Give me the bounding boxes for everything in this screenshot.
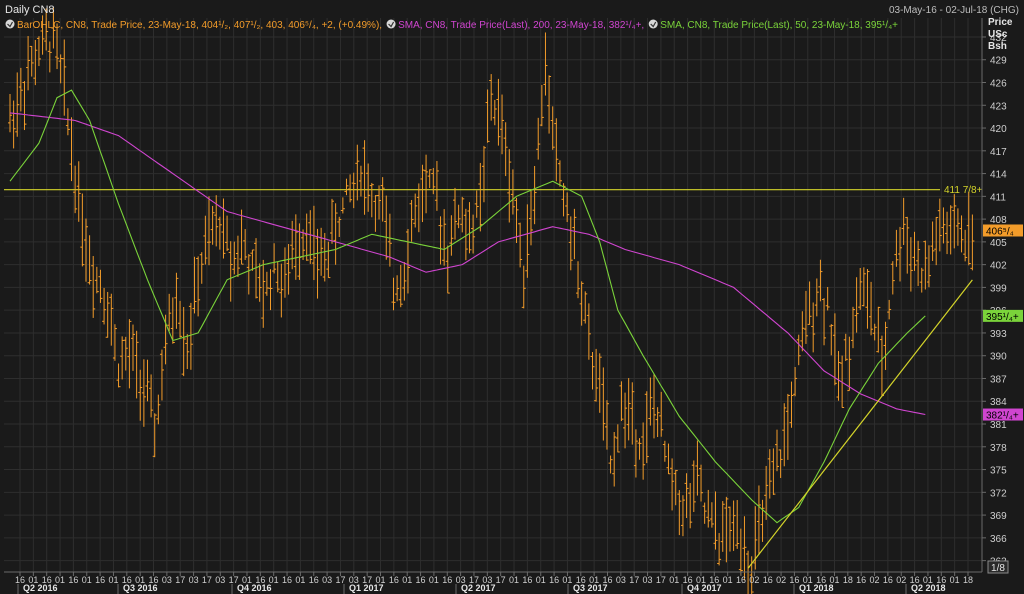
date-tick-label: 02 — [776, 575, 786, 585]
date-tick-label: 02 — [896, 575, 906, 585]
price-tick-label: 423 — [990, 101, 1007, 112]
date-tick-label: 16 — [389, 575, 399, 585]
last-price-tag-label: 395¹/₄+ — [986, 312, 1019, 323]
price-tick-label: 426 — [990, 79, 1007, 90]
price-tick-label: 366 — [990, 534, 1007, 545]
price-tick-label: 399 — [990, 283, 1007, 294]
date-tick-label: 16 — [789, 575, 799, 585]
date-tick-label: 16 — [856, 575, 866, 585]
legend[interactable]: BarOHLC, CN8, Trade Price, 23-May-18, 40… — [5, 19, 899, 32]
period-label: Q4 2016 — [237, 583, 272, 593]
date-tick-label: 16 — [522, 575, 532, 585]
date-tick-label: 03 — [322, 575, 332, 585]
legend-item[interactable]: SMA, CN8, Trade Price(Last), 50, 23-May-… — [648, 19, 898, 32]
date-tick-label: 01 — [562, 575, 572, 585]
period-label: Q1 2018 — [799, 583, 834, 593]
date-tick-label: 03 — [189, 575, 199, 585]
last-price-tag: 395¹/₄+ — [983, 309, 1023, 323]
price-tick-label: 384 — [990, 397, 1007, 408]
axis-header-unit: Bsh — [988, 41, 1007, 52]
price-tick-label: 408 — [990, 215, 1007, 226]
date-tick-label: 17 — [629, 575, 639, 585]
date-tick-label: 01 — [509, 575, 519, 585]
axis-header-price: Price — [988, 17, 1013, 28]
date-tick-label: 01 — [82, 575, 92, 585]
chart-window: 411 7/8+ 3633663693723753783813843873903… — [0, 0, 1024, 594]
date-tick-label: 01 — [295, 575, 305, 585]
legend-item-label: BarOHLC, CN8, Trade Price, 23-May-18, 40… — [17, 20, 382, 31]
date-tick-label: 16 — [549, 575, 559, 585]
ohlc-chart[interactable]: 411 7/8+ 3633663693723753783813843873903… — [0, 0, 1024, 594]
date-tick-label: 16 — [309, 575, 319, 585]
last-price-tag-label: 406⁵/₄ — [986, 226, 1014, 237]
date-tick-label: 16 — [442, 575, 452, 585]
last-price-tag: 382¹/₄+ — [983, 408, 1023, 422]
date-tick-label: 16 — [763, 575, 773, 585]
date-tick-label: 03 — [162, 575, 172, 585]
window-title: Daily CN8 — [5, 4, 55, 16]
price-tick-label: 417 — [990, 147, 1007, 158]
period-label: Q2 2016 — [23, 583, 58, 593]
date-tick-label: 03 — [643, 575, 653, 585]
price-tick-label: 372 — [990, 488, 1007, 499]
price-tick-label: 387 — [990, 374, 1007, 385]
price-tick-label: 381 — [990, 420, 1007, 431]
legend-item[interactable]: SMA, CN8, Trade Price(Last), 200, 23-May… — [386, 19, 645, 32]
price-tick-label: 414 — [990, 170, 1007, 181]
price-tick-label: 405 — [990, 238, 1007, 249]
date-tick-label: 03 — [215, 575, 225, 585]
price-tick-label: 369 — [990, 511, 1007, 522]
date-tick-label: 18 — [963, 575, 973, 585]
scale-button[interactable]: 1/8 — [987, 560, 1009, 574]
date-tick-label: 01 — [402, 575, 412, 585]
price-tick-label: 375 — [990, 466, 1007, 477]
date-tick-label: 16 — [883, 575, 893, 585]
date-range-label: 03-May-16 - 02-Jul-18 (CHG) — [889, 5, 1019, 16]
date-tick-label: 16 — [736, 575, 746, 585]
period-label: Q1 2017 — [349, 583, 384, 593]
date-tick-label: 01 — [723, 575, 733, 585]
level-line-label: 411 7/8+ — [944, 185, 983, 196]
date-tick-label: 02 — [870, 575, 880, 585]
price-tick-label: 378 — [990, 443, 1007, 454]
price-tick-label: 402 — [990, 261, 1007, 272]
date-tick-label: 16 — [95, 575, 105, 585]
period-label: Q4 2017 — [687, 583, 722, 593]
date-tick-label: 01 — [950, 575, 960, 585]
period-label: Q3 2017 — [573, 583, 608, 593]
axis-header-currency: USc — [988, 29, 1008, 40]
legend-item-label: SMA, CN8, Trade Price(Last), 50, 23-May-… — [660, 20, 898, 31]
date-tick-label: 16 — [68, 575, 78, 585]
last-price-tag-label: 382¹/₄+ — [986, 411, 1019, 422]
legend-item-label: SMA, CN8, Trade Price(Last), 200, 23-May… — [398, 20, 644, 31]
price-tick-label: 411 — [990, 192, 1006, 203]
date-tick-label: 16 — [282, 575, 292, 585]
last-price-tag: 406⁵/₄ — [983, 224, 1023, 237]
scale-button-label[interactable]: 1/8 — [991, 563, 1005, 574]
date-tick-label: 17 — [202, 575, 212, 585]
date-tick-label: 17 — [496, 575, 506, 585]
date-tick-label: 01 — [536, 575, 546, 585]
date-tick-label: 01 — [429, 575, 439, 585]
date-tick-label: 02 — [749, 575, 759, 585]
date-tick-label: 03 — [616, 575, 626, 585]
price-tick-label: 390 — [990, 352, 1007, 363]
date-tick-label: 16 — [416, 575, 426, 585]
period-label: Q3 2016 — [123, 583, 158, 593]
legend-item[interactable]: BarOHLC, CN8, Trade Price, 23-May-18, 40… — [5, 19, 383, 32]
price-tick-label: 393 — [990, 329, 1007, 340]
date-tick-label: 01 — [108, 575, 118, 585]
date-tick-label: 17 — [335, 575, 345, 585]
date-tick-label: 17 — [175, 575, 185, 585]
date-tick-label: 01 — [669, 575, 679, 585]
price-tick-label: 420 — [990, 124, 1007, 135]
price-tick-label: 429 — [990, 56, 1007, 67]
period-label: Q2 2018 — [911, 583, 946, 593]
period-label: Q2 2017 — [461, 583, 496, 593]
date-tick-label: 18 — [843, 575, 853, 585]
date-tick-label: 17 — [656, 575, 666, 585]
